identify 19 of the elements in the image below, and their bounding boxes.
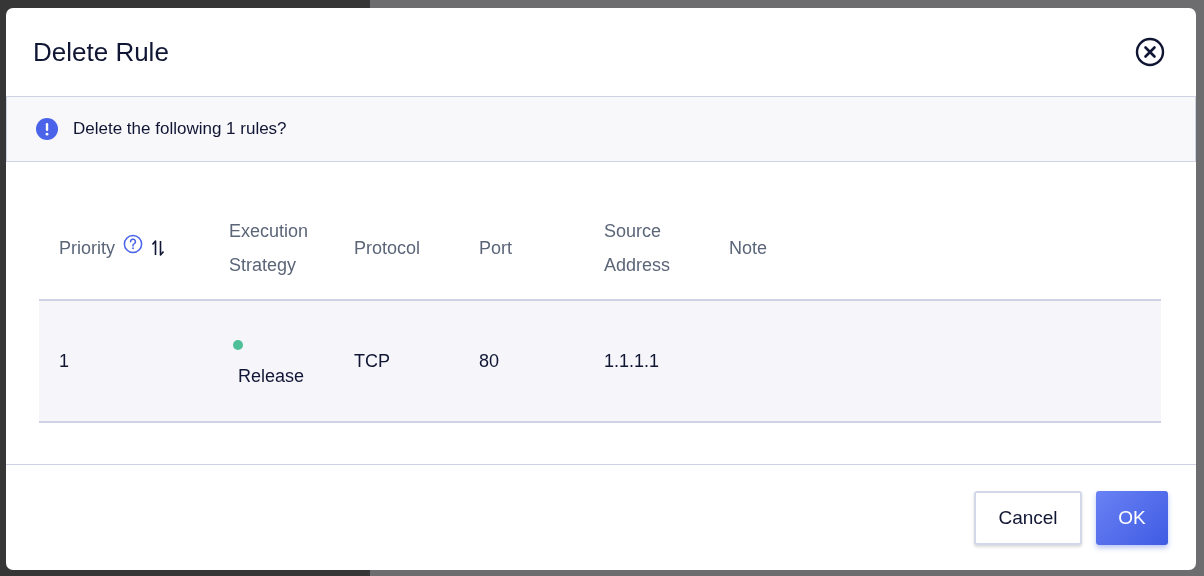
column-header: Execution Strategy (229, 219, 310, 277)
exclamation-icon (36, 118, 58, 140)
alert-message: Delete the following 1 rules? (73, 119, 287, 139)
ok-button[interactable]: OK (1096, 490, 1168, 545)
column-header: Note (729, 236, 768, 260)
table-cell: 80 (479, 350, 500, 371)
cancel-button[interactable]: Cancel (974, 490, 1082, 545)
table-cell: 1.1.1.1 (604, 350, 660, 371)
dialog-title: Delete Rule (33, 36, 169, 68)
column-header: Protocol (354, 236, 421, 260)
sort-icon[interactable] (151, 238, 165, 257)
column-header: Port (479, 236, 512, 260)
column-header: Priority (59, 236, 115, 260)
close-icon[interactable] (1135, 37, 1165, 67)
table-cell: 1 (59, 350, 69, 371)
column-header: Source Address (604, 219, 672, 277)
help-icon[interactable] (123, 233, 143, 254)
table-cell: TCP (354, 350, 390, 371)
table-cell: Release (238, 365, 305, 387)
